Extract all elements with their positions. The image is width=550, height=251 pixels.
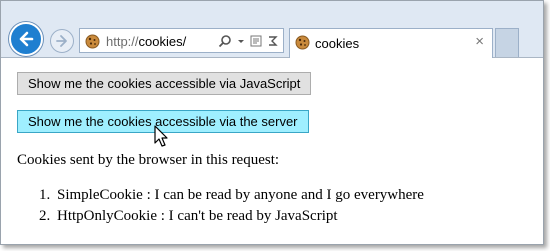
- mouse-cursor-icon: [154, 125, 168, 147]
- list-item-text: HttpOnlyCookie : I can't be read by Java…: [57, 208, 338, 224]
- browser-toolbar: http://cookies/ cookies ×: [1, 1, 543, 58]
- back-button[interactable]: [9, 22, 43, 56]
- list-item-text: SimpleCookie : I can be read by anyone a…: [57, 187, 424, 203]
- cookie-favicon-icon: [85, 34, 100, 49]
- cookies-heading: Cookies sent by the browser in this requ…: [17, 152, 280, 168]
- list-item-number: 1.: [39, 187, 51, 203]
- address-bar[interactable]: http://cookies/: [79, 28, 284, 53]
- address-host: cookies/: [138, 34, 187, 49]
- forward-button[interactable]: [50, 29, 74, 53]
- compatibility-view-icon[interactable]: [250, 34, 262, 48]
- page-content: Show me the cookies accessible via JavaS…: [1, 59, 543, 244]
- address-url: http://cookies/: [106, 34, 186, 49]
- close-icon[interactable]: ×: [475, 34, 484, 49]
- tab-title: cookies: [315, 36, 360, 51]
- cookie-list: 1. SimpleCookie : I can be read by anyone…: [39, 185, 424, 227]
- forward-icon: [56, 35, 67, 47]
- show-js-cookies-button[interactable]: Show me the cookies accessible via JavaS…: [17, 72, 312, 95]
- cookie-favicon-icon: [295, 35, 310, 50]
- list-item: 2. HttpOnlyCookie : I can't be read by Ja…: [39, 206, 424, 227]
- browser-window: http://cookies/ cookies × Show me the co…: [0, 0, 544, 245]
- address-scheme: http://: [106, 34, 139, 49]
- tab-cookies[interactable]: cookies ×: [289, 28, 493, 58]
- new-tab-button[interactable]: [495, 28, 519, 57]
- search-icon[interactable]: [218, 34, 232, 48]
- refresh-icon[interactable]: [267, 34, 279, 48]
- list-item-number: 2.: [39, 208, 51, 224]
- list-item: 1. SimpleCookie : I can be read by anyone…: [39, 185, 424, 206]
- back-icon: [19, 31, 34, 47]
- address-tools: [218, 33, 279, 49]
- dropdown-icon[interactable]: [237, 34, 245, 48]
